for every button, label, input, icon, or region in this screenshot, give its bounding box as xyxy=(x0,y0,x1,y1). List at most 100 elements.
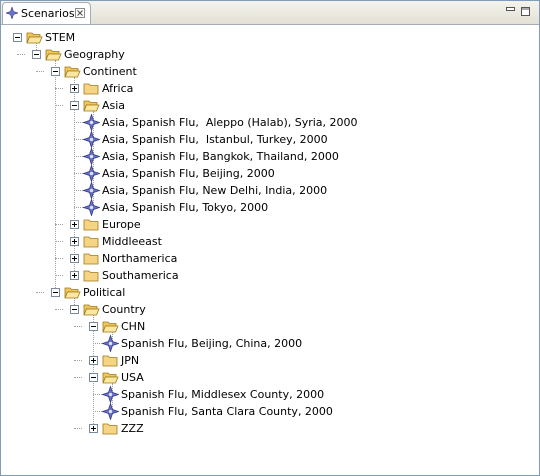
tree-connector xyxy=(17,54,25,55)
tree-folder-item[interactable]: Africa xyxy=(70,80,521,97)
tree-folder-item[interactable]: STEM xyxy=(13,29,521,46)
folder-open-icon xyxy=(64,66,81,78)
tree-folder-item[interactable]: Northamerica xyxy=(70,250,521,267)
maximize-icon[interactable] xyxy=(520,6,531,17)
tree-folder-item[interactable]: Europe xyxy=(70,216,521,233)
collapse-icon[interactable] xyxy=(32,50,41,59)
tree-item-label: Political xyxy=(83,286,126,299)
tree-item-label: Africa xyxy=(102,82,134,95)
expand-icon[interactable] xyxy=(70,220,79,229)
expand-icon[interactable] xyxy=(89,424,98,433)
scenario-icon xyxy=(83,165,100,182)
tree-scenario-item[interactable]: Asia, Spanish Flu, Beijing, 2000 xyxy=(83,165,521,182)
tree-scenario-item[interactable]: Spanish Flu, Santa Clara County, 2000 xyxy=(102,403,521,420)
view-tab-bar: Scenarios xyxy=(1,1,539,25)
tree-folder-item[interactable]: Continent xyxy=(51,63,521,80)
tree-connector xyxy=(55,309,63,310)
tree-folder-item[interactable]: Southamerica xyxy=(70,267,521,284)
tree-item-label: Asia, Spanish Flu, Istanbul, Turkey, 200… xyxy=(102,133,328,146)
tree-item-label: STEM xyxy=(45,31,76,44)
folder-open-icon xyxy=(64,287,81,299)
folder-icon xyxy=(83,219,99,231)
tree-item-label: ZZZ xyxy=(121,422,144,435)
collapse-icon[interactable] xyxy=(51,288,60,297)
folder-icon xyxy=(83,270,99,282)
tree-folder-item[interactable]: Country xyxy=(70,301,521,318)
folder-icon xyxy=(83,236,99,248)
tree-item-label: Country xyxy=(102,303,146,316)
scenarios-view: Scenarios STEM Geography Continent Africa As… xyxy=(0,0,540,476)
tree-connector xyxy=(74,326,82,327)
folder-icon xyxy=(83,253,99,265)
tree-connector xyxy=(36,292,44,293)
folder-open-icon xyxy=(83,100,100,112)
collapse-icon[interactable] xyxy=(70,101,79,110)
tree-scenario-item[interactable]: Spanish Flu, Middlesex County, 2000 xyxy=(102,386,521,403)
expand-icon[interactable] xyxy=(70,237,79,246)
tree-folder-item[interactable]: CHN xyxy=(89,318,521,335)
tree-connector xyxy=(74,360,82,361)
scenario-icon xyxy=(83,148,100,165)
tree-item-label: Spanish Flu, Beijing, China, 2000 xyxy=(121,337,303,350)
tree-scenario-item[interactable]: Asia, Spanish Flu, New Delhi, India, 200… xyxy=(83,182,521,199)
folder-open-icon xyxy=(102,321,119,333)
tree-item-label: Asia, Spanish Flu, Tokyo, 2000 xyxy=(102,201,269,214)
folder-icon xyxy=(102,423,118,435)
scenario-icon xyxy=(6,7,18,19)
tree-item-label: CHN xyxy=(121,320,146,333)
tree-folder-item[interactable]: Geography xyxy=(32,46,521,63)
tree-connector xyxy=(36,71,44,72)
tree-item-label: Middleeast xyxy=(102,235,162,248)
tree-item-label: Asia xyxy=(102,99,126,112)
tree-folder-item[interactable]: USA xyxy=(89,369,521,386)
tree-item-label: Asia, Spanish Flu, Bangkok, Thailand, 20… xyxy=(102,150,339,163)
tree-connector xyxy=(55,224,63,225)
scenario-icon xyxy=(83,199,100,216)
tree-scenario-item[interactable]: Asia, Spanish Flu, Istanbul, Turkey, 200… xyxy=(83,131,521,148)
tree-connector xyxy=(55,105,63,106)
tree-item-label: Geography xyxy=(64,48,125,61)
scenario-tree[interactable]: STEM Geography Continent Africa Asia Asia, Sp… xyxy=(1,25,539,475)
expand-icon[interactable] xyxy=(89,356,98,365)
expand-icon[interactable] xyxy=(70,84,79,93)
tree-item-label: Spanish Flu, Middlesex County, 2000 xyxy=(121,388,325,401)
collapse-icon[interactable] xyxy=(51,67,60,76)
tree-scenario-item[interactable]: Spanish Flu, Beijing, China, 2000 xyxy=(102,335,521,352)
tree-item-label: Asia, Spanish Flu, Aleppo (Halab), Syria… xyxy=(102,116,358,129)
tree-folder-item[interactable]: Middleeast xyxy=(70,233,521,250)
tree-folder-item[interactable]: Asia xyxy=(70,97,521,114)
tree-folder-item[interactable]: JPN xyxy=(89,352,521,369)
scenario-icon xyxy=(102,386,119,403)
collapse-icon[interactable] xyxy=(89,373,98,382)
tree-connector xyxy=(55,275,63,276)
tree-item-label: Continent xyxy=(83,65,137,78)
scenario-icon xyxy=(102,403,119,420)
scenario-icon xyxy=(102,335,119,352)
folder-icon xyxy=(83,83,99,95)
folder-open-icon xyxy=(83,304,100,316)
close-icon[interactable] xyxy=(75,8,85,18)
collapse-icon[interactable] xyxy=(13,33,22,42)
tree-connector xyxy=(55,241,63,242)
collapse-icon[interactable] xyxy=(89,322,98,331)
tree-item-label: Northamerica xyxy=(102,252,178,265)
tree-connector xyxy=(55,88,63,89)
minimize-icon[interactable] xyxy=(505,6,516,17)
tree-folder-item[interactable]: ZZZ xyxy=(89,420,521,437)
scenario-icon xyxy=(83,114,100,131)
tree-scenario-item[interactable]: Asia, Spanish Flu, Aleppo (Halab), Syria… xyxy=(83,114,521,131)
tree-scenario-item[interactable]: Asia, Spanish Flu, Bangkok, Thailand, 20… xyxy=(83,148,521,165)
tree-folder-item[interactable]: Political xyxy=(51,284,521,301)
tree-scenario-item[interactable]: Asia, Spanish Flu, Tokyo, 2000 xyxy=(83,199,521,216)
tree-item-label: USA xyxy=(121,371,144,384)
tree-item-label: Asia, Spanish Flu, New Delhi, India, 200… xyxy=(102,184,328,197)
expand-icon[interactable] xyxy=(70,254,79,263)
collapse-icon[interactable] xyxy=(70,305,79,314)
tree-item-label: JPN xyxy=(121,354,140,367)
tab-label: Scenarios xyxy=(21,7,75,20)
tab-scenarios[interactable]: Scenarios xyxy=(2,2,91,24)
scenario-icon xyxy=(83,131,100,148)
tree-connector xyxy=(55,258,63,259)
expand-icon[interactable] xyxy=(70,271,79,280)
folder-open-icon xyxy=(26,32,43,44)
